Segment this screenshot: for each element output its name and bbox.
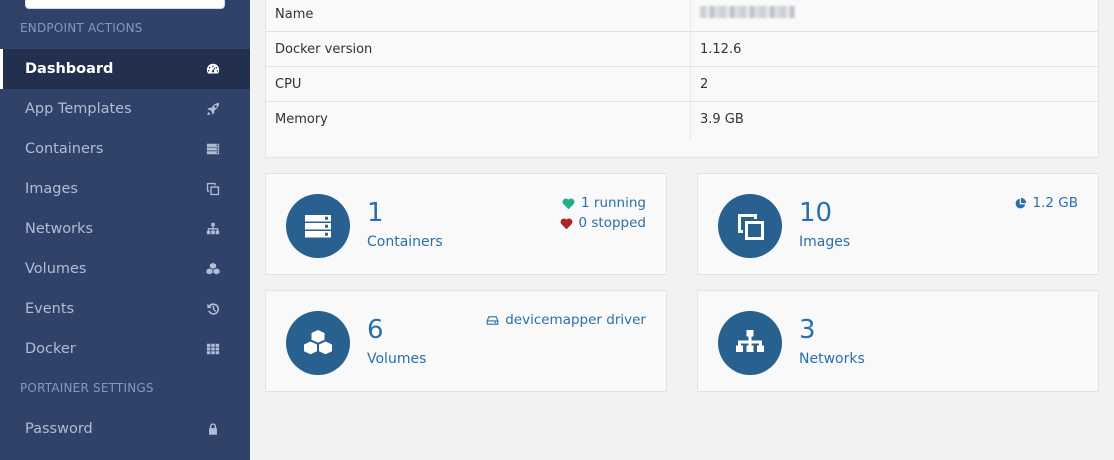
networks-title: Networks	[799, 351, 865, 367]
info-value: 3.9 GB	[700, 112, 744, 127]
info-key: Docker version	[275, 41, 373, 57]
clone-icon	[205, 181, 221, 197]
sidebar-item-networks[interactable]: Networks	[0, 209, 250, 249]
server-icon	[205, 141, 221, 157]
volumes-driver-label: devicemapper driver	[505, 312, 646, 328]
containers-count: 1	[367, 198, 384, 228]
networks-circle	[718, 311, 782, 375]
clone-icon	[738, 214, 764, 240]
sidebar-item-volumes[interactable]: Volumes	[0, 249, 250, 289]
volumes-card[interactable]: 6 Volumes devicemapper driver	[265, 290, 667, 392]
sidebar-item-docker[interactable]: Docker	[0, 329, 250, 369]
info-key: CPU	[275, 76, 302, 92]
sitemap-icon	[205, 221, 221, 237]
heartbeat-icon	[562, 198, 575, 209]
sidebar-item-label: Dashboard	[25, 61, 114, 77]
volumes-driver: devicemapper driver	[486, 312, 646, 328]
redacted-name	[700, 6, 795, 18]
volumes-circle	[286, 311, 350, 375]
sidebar-item-label: App Templates	[25, 101, 132, 117]
pie-chart-icon	[1015, 197, 1026, 208]
info-key: Name	[275, 6, 314, 22]
lock-icon	[205, 421, 221, 437]
volumes-count: 6	[367, 315, 384, 345]
sidebar-item-password[interactable]: Password	[0, 409, 250, 449]
sidebar-item-events[interactable]: Events	[0, 289, 250, 329]
images-count: 10	[799, 198, 833, 228]
cubes-icon	[205, 261, 221, 277]
sidebar-item-containers[interactable]: Containers	[0, 129, 250, 169]
containers-running: 1 running	[562, 195, 646, 211]
containers-running-label: 1 running	[581, 195, 646, 211]
info-row-name: Name	[266, 0, 1098, 32]
sidebar-item-label: Images	[25, 181, 78, 197]
heartbeat-icon	[560, 218, 572, 229]
containers-title: Containers	[367, 234, 443, 250]
images-size: 1.2 GB	[1014, 195, 1078, 211]
info-key: Memory	[275, 112, 328, 127]
images-title: Images	[799, 234, 851, 250]
sidebar-item-dashboard[interactable]: Dashboard	[0, 49, 250, 89]
server-icon	[305, 215, 331, 238]
sidebar-item-app-templates[interactable]: App Templates	[0, 89, 250, 129]
rocket-icon	[205, 101, 221, 117]
sitemap-icon	[736, 330, 764, 352]
sidebar-item-images[interactable]: Images	[0, 169, 250, 209]
sidebar-item-label: Password	[25, 421, 93, 437]
info-value-redacted	[700, 6, 795, 22]
containers-circle	[286, 194, 350, 258]
section-heading-portainer-settings: PORTAINER SETTINGS	[20, 381, 154, 395]
containers-card[interactable]: 1 Containers 1 running 0 stopped	[265, 173, 667, 275]
sidebar-item-label: Volumes	[25, 261, 87, 277]
containers-stopped: 0 stopped	[560, 215, 646, 231]
images-size-label: 1.2 GB	[1032, 195, 1078, 211]
sidebar-item-label: Docker	[25, 341, 76, 357]
grid-icon	[205, 341, 221, 357]
sidebar-item-label: Networks	[25, 221, 94, 237]
images-circle	[718, 194, 782, 258]
cubes-icon	[304, 330, 332, 355]
dashboard-icon	[205, 61, 221, 77]
info-row-cpu: CPU 2	[266, 67, 1098, 102]
containers-stopped-label: 0 stopped	[578, 215, 646, 231]
info-value: 1.12.6	[700, 41, 742, 57]
hdd-icon	[486, 315, 499, 325]
endpoint-info-table: Name Docker version 1.12.6 CPU 2 Memory …	[265, 0, 1099, 158]
networks-count: 3	[799, 315, 816, 345]
sidebar: ENDPOINT ACTIONS Dashboard App Templates…	[0, 0, 250, 460]
sidebar-search-input[interactable]	[25, 0, 225, 9]
history-icon	[205, 301, 221, 317]
sidebar-item-label: Containers	[25, 141, 104, 157]
networks-card[interactable]: 3 Networks	[697, 290, 1099, 392]
section-heading-endpoint-actions: ENDPOINT ACTIONS	[20, 21, 143, 35]
info-row-docker-version: Docker version 1.12.6	[266, 32, 1098, 67]
info-value: 2	[700, 76, 709, 92]
images-card[interactable]: 10 Images 1.2 GB	[697, 173, 1099, 275]
sidebar-item-label: Events	[25, 301, 75, 317]
volumes-title: Volumes	[367, 351, 427, 367]
info-row-memory: Memory 3.9 GB	[266, 102, 1098, 137]
